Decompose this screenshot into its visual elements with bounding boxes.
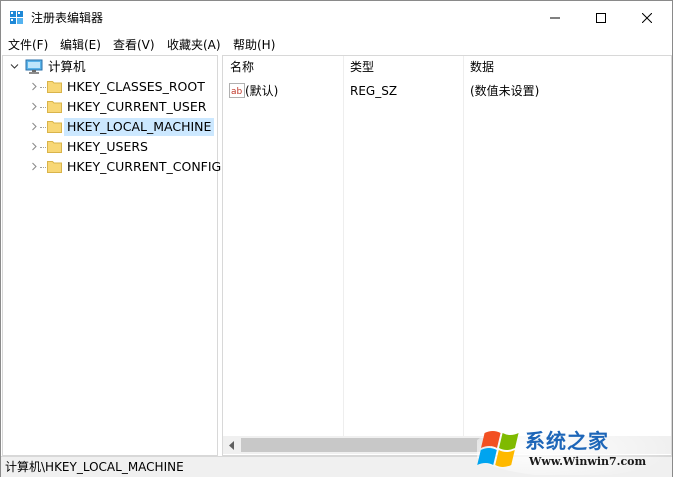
chevron-right-icon[interactable]: [30, 82, 39, 91]
column-header-name[interactable]: 名称: [223, 56, 342, 78]
folder-icon: [47, 101, 62, 113]
value-name-cell: (默认): [245, 84, 279, 98]
tree-item[interactable]: HKEY_USERS: [3, 138, 213, 156]
chevron-right-icon[interactable]: [30, 102, 39, 111]
watermark-url: Www.Winwin7.com: [529, 455, 647, 468]
close-icon: [642, 13, 652, 23]
window-title: 注册表编辑器: [31, 11, 104, 25]
tree-item[interactable]: HKEY_CURRENT_USER: [3, 98, 213, 116]
tree-connector: [40, 167, 46, 169]
menu-edit[interactable]: 编辑(E): [60, 37, 101, 53]
value-type-cell: REG_SZ: [350, 84, 398, 98]
menu-help[interactable]: 帮助(H): [233, 37, 275, 53]
computer-icon: [25, 59, 43, 74]
tree-connector: [40, 147, 46, 149]
tree-root-computer[interactable]: 计算机: [3, 58, 213, 76]
svg-text:ab: ab: [231, 87, 243, 97]
string-value-icon: ab: [229, 83, 245, 98]
scrollbar-thumb[interactable]: [241, 438, 491, 452]
status-path: 计算机\HKEY_LOCAL_MACHINE: [5, 460, 184, 474]
tree-item-label: HKEY_LOCAL_MACHINE: [64, 118, 215, 136]
key-tree-pane[interactable]: 计算机 HKEY_CLASSES_ROOT HKEY_CURRENT_USER …: [2, 55, 221, 456]
tree-item-label: HKEY_CLASSES_ROOT: [67, 79, 205, 94]
folder-icon: [47, 81, 62, 93]
folder-icon: [47, 121, 62, 133]
column-header-data[interactable]: 数据: [463, 56, 670, 78]
tree-item[interactable]: HKEY_CURRENT_CONFIG: [3, 158, 221, 176]
minimize-icon: [550, 17, 560, 19]
tree-root-label: 计算机: [48, 59, 86, 74]
tree-connector: [40, 87, 46, 89]
tree-item-selected[interactable]: HKEY_LOCAL_MACHINE: [3, 118, 215, 136]
folder-icon: [47, 141, 62, 153]
tree-item-label: HKEY_CURRENT_USER: [67, 99, 207, 114]
minimize-button[interactable]: [532, 1, 578, 35]
value-data-cell: (数值未设置): [470, 84, 540, 98]
column-divider: [343, 56, 344, 436]
column-header-type[interactable]: 类型: [343, 56, 462, 78]
chevron-right-icon[interactable]: [30, 142, 39, 151]
list-row[interactable]: ab (默认) REG_SZ (数值未设置): [223, 82, 669, 100]
column-divider: [463, 56, 464, 436]
chevron-right-icon[interactable]: [30, 162, 39, 171]
chevron-right-icon[interactable]: [30, 122, 39, 131]
tree-item-label: HKEY_USERS: [67, 139, 148, 154]
title-bar[interactable]: 注册表编辑器: [1, 1, 672, 35]
menu-view[interactable]: 查看(V): [113, 37, 155, 53]
menu-favorites[interactable]: 收藏夹(A): [167, 37, 221, 53]
watermark-brand: 系统之家: [525, 429, 609, 453]
tree-item[interactable]: HKEY_CLASSES_ROOT: [3, 78, 213, 96]
chevron-down-icon[interactable]: [10, 62, 19, 71]
menu-bar: 文件(F) 编辑(E) 查看(V) 收藏夹(A) 帮助(H): [1, 35, 672, 55]
tree-item-label: HKEY_CURRENT_CONFIG: [67, 159, 222, 174]
menu-file[interactable]: 文件(F): [8, 37, 48, 53]
maximize-icon: [596, 13, 606, 23]
registry-editor-window: 注册表编辑器 文件(F) 编辑(E) 查看(V) 收藏夹(A) 帮助(H) 计算…: [0, 0, 673, 477]
values-list-pane[interactable]: 名称 类型 数据 ab (默认) REG_SZ (数值未设置): [222, 55, 672, 456]
close-button[interactable]: [624, 1, 670, 35]
chevron-left-icon: [229, 440, 234, 450]
tree-connector: [40, 127, 46, 129]
folder-icon: [47, 161, 62, 173]
tree-connector: [40, 107, 46, 109]
scroll-left-button[interactable]: [223, 436, 240, 454]
watermark-logo: 系统之家 Www.Winwin7.com: [472, 421, 672, 477]
registry-editor-icon: [10, 11, 23, 24]
maximize-button[interactable]: [578, 1, 624, 35]
